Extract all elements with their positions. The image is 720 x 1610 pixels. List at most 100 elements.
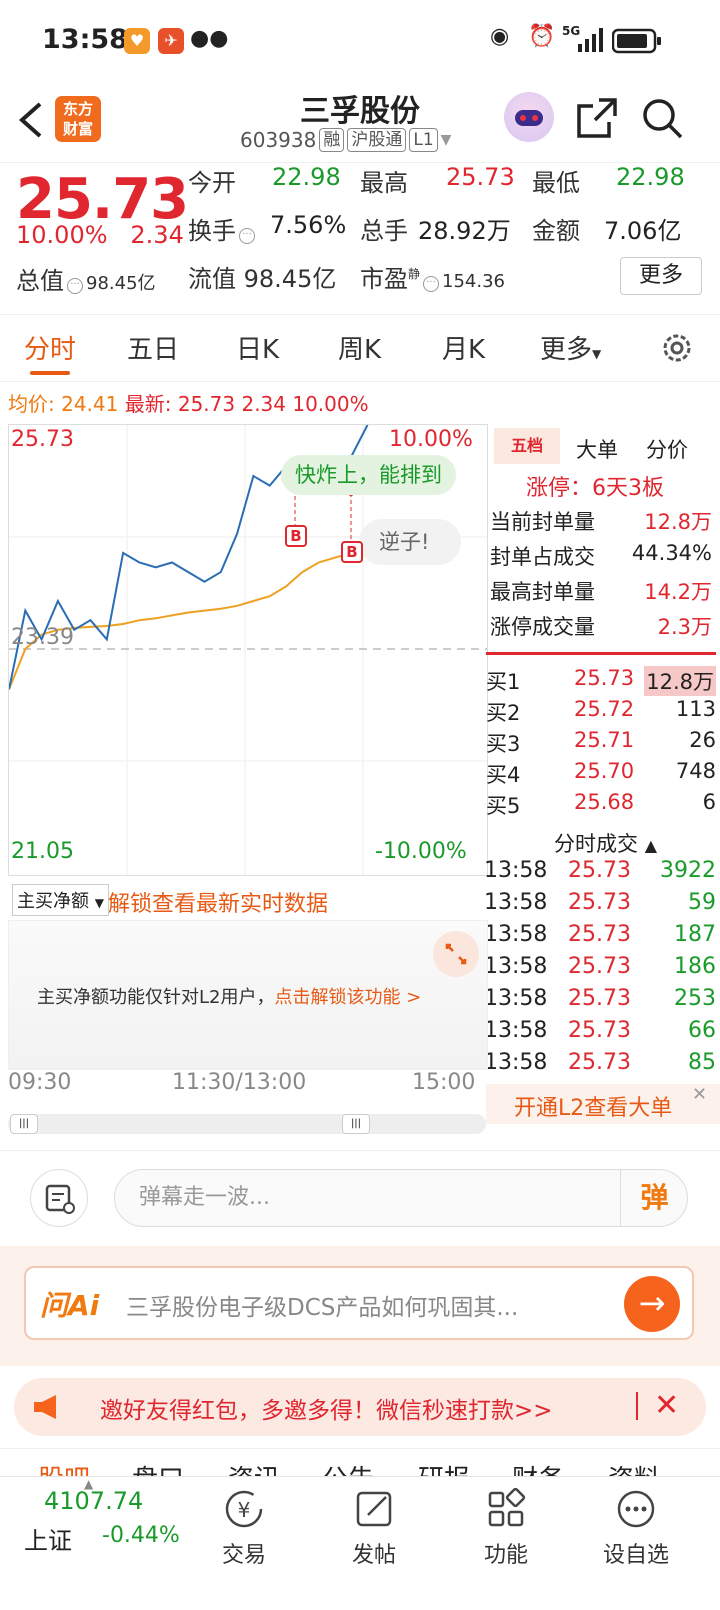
stat-label: 封单占成交	[490, 545, 595, 569]
wechat-icon: ●●	[190, 26, 229, 51]
info-icon[interactable]: ···	[423, 276, 440, 292]
slider-handle[interactable]: |||	[10, 1114, 38, 1134]
ticks-title[interactable]: 分时成交 ▲	[554, 828, 657, 858]
buy-marker[interactable]: B	[285, 525, 307, 547]
pct-axis-bottom-label: -10.00%	[375, 839, 467, 864]
comment-row: 弹幕走一波... 弹	[0, 1150, 720, 1246]
bid-volume: 26	[689, 728, 716, 752]
tick-row: 13:58 25.73 66	[484, 1018, 716, 1048]
bid-price: 25.73	[574, 666, 635, 690]
unlock-feature-link[interactable]: 点击解锁该功能 >	[274, 987, 421, 1008]
tick-volume: 186	[674, 954, 716, 979]
bid-level: 买2	[486, 701, 521, 725]
stock-subtitle[interactable]: 603938 融 沪股通 L1 ▼	[240, 128, 451, 152]
nav-label: 发帖	[351, 1543, 396, 1568]
tab-weekly-k[interactable]: 周K	[338, 329, 381, 366]
bid-row: 买5 25.68 6	[486, 790, 716, 820]
more-button[interactable]: 更多	[620, 257, 702, 295]
tab-more[interactable]: 更多▼	[540, 329, 601, 366]
net-buy-select-label: 主买净额	[17, 891, 89, 912]
stat-label: 涨停成交量	[490, 615, 595, 639]
nav-add-watchlist[interactable]: 设自选	[586, 1487, 686, 1569]
ai-suggestion: 三孚股份电子级DCS产品如何巩固其...	[126, 1295, 519, 1321]
ai-question-box[interactable]: 问Ai 三孚股份电子级DCS产品如何巩固其... →	[24, 1266, 694, 1340]
grid-icon	[488, 1487, 526, 1527]
net-buy-select[interactable]: 主买净额 ▼	[12, 884, 109, 916]
notification-app-icon: ♥	[124, 28, 150, 54]
pe-label: 市盈静··· 154.36	[360, 259, 505, 294]
tick-price: 25.73	[568, 986, 631, 1011]
index-name: 上证	[24, 1527, 72, 1555]
tab-daily-k[interactable]: 日K	[236, 329, 279, 366]
nav-label: 设自选	[602, 1543, 669, 1568]
close-icon[interactable]: ✕	[654, 1388, 679, 1423]
share-icon[interactable]	[575, 96, 619, 140]
comment-settings-icon[interactable]	[30, 1169, 88, 1227]
avg-label: 均价:	[8, 392, 55, 416]
bid-price: 25.70	[574, 759, 635, 783]
notification-app-icon: ✈	[158, 28, 184, 54]
change-pct: 10.00%	[16, 221, 108, 249]
turnover-label-text: 换手	[188, 217, 236, 245]
yuan-icon: ¥	[225, 1490, 263, 1528]
bid-row: 买1 25.73 12.8万	[486, 666, 716, 696]
time-end: 15:00	[412, 1070, 476, 1095]
nav-functions[interactable]: 功能	[456, 1487, 556, 1569]
level-tag: L1	[409, 128, 438, 152]
bid-level: 买5	[486, 794, 521, 818]
danmu-bubble[interactable]: 逆子!	[359, 519, 462, 565]
slider-handle[interactable]: |||	[342, 1114, 370, 1134]
intraday-chart[interactable]: 25.73 23.39 21.05 10.00% -10.00% 快炸上，能排到…	[8, 424, 488, 876]
tab-price-dist[interactable]: 分价	[646, 434, 688, 464]
promo-banner[interactable]: 邀好友得红包，多邀多得！微信秒速打款>> ✕	[14, 1378, 706, 1436]
danmu-input[interactable]: 弹幕走一波...	[114, 1169, 688, 1227]
unlock-realtime-link[interactable]: 解锁查看最新实时数据	[108, 886, 328, 918]
tab-intraday[interactable]: 分时	[24, 329, 76, 366]
tab-five-levels[interactable]: 五档	[494, 428, 560, 464]
caret-down-icon: ▼	[592, 347, 602, 361]
caret-down-icon: ▼	[94, 896, 104, 910]
close-icon[interactable]: ✕	[692, 1084, 707, 1105]
danmu-bubble[interactable]: 快炸上，能排到	[281, 455, 456, 495]
tab-big-orders[interactable]: 大单	[576, 434, 618, 464]
info-icon[interactable]: ···	[239, 228, 255, 244]
range-slider[interactable]: ||| |||	[8, 1114, 486, 1134]
float-value-label-text: 流值	[188, 265, 236, 293]
danmu-button[interactable]: 弹	[620, 1169, 688, 1227]
low-label: 最低	[532, 169, 580, 197]
expand-icon[interactable]	[433, 931, 479, 977]
pe-label-text: 市盈	[360, 265, 408, 293]
svg-text:¥: ¥	[238, 1498, 251, 1522]
bid-level: 买1	[486, 670, 521, 694]
l2-cta-label: 开通L2查看大单	[514, 1096, 673, 1121]
tab-five-day[interactable]: 五日	[127, 329, 179, 366]
price-change: 10.00% 2.34	[16, 221, 184, 249]
tick-price: 25.73	[568, 922, 631, 947]
search-icon[interactable]	[640, 96, 684, 140]
l2-cta[interactable]: 开通L2查看大单 ✕	[486, 1084, 720, 1124]
limit-up-streak: 涨停：6天3板	[526, 476, 664, 501]
gear-icon[interactable]	[658, 329, 696, 367]
latest-label: 最新:	[124, 392, 172, 416]
info-icon[interactable]: ···	[67, 278, 83, 294]
robot-assistant-icon[interactable]	[504, 92, 554, 142]
net-buy-panel: 主买净额功能仅针对L2用户，点击解锁该功能 >	[8, 920, 488, 1070]
nav-trade[interactable]: ¥ 交易	[194, 1487, 294, 1569]
arrow-right-icon[interactable]: →	[624, 1276, 680, 1332]
index-ticker[interactable]: 4107.74 上证 -0.44%	[0, 1477, 190, 1577]
total-value: 98.45亿	[86, 273, 156, 294]
bid-price: 25.71	[574, 728, 635, 752]
ticks-title-label: 分时成交	[554, 832, 638, 856]
latest-change: 2.34	[241, 392, 286, 416]
connect-tag: 沪股通	[347, 128, 407, 152]
chart-tabs: 分时 五日 日K 周K 月K 更多▼	[0, 314, 720, 382]
tick-volume: 187	[674, 922, 716, 947]
order-book-panel: 五档 大单 分价 涨停：6天3板 当前封单量 12.8万 封单占成交 44.34% …	[484, 424, 720, 1144]
tick-row: 13:58 25.73 186	[484, 954, 716, 984]
volume-value: 28.92万	[418, 217, 511, 245]
latest-value: 25.73	[177, 392, 236, 416]
buy-marker[interactable]: B	[341, 541, 363, 563]
nav-post[interactable]: 发帖	[324, 1487, 424, 1569]
tab-monthly-k[interactable]: 月K	[442, 329, 485, 366]
tick-price: 25.73	[568, 1018, 631, 1043]
